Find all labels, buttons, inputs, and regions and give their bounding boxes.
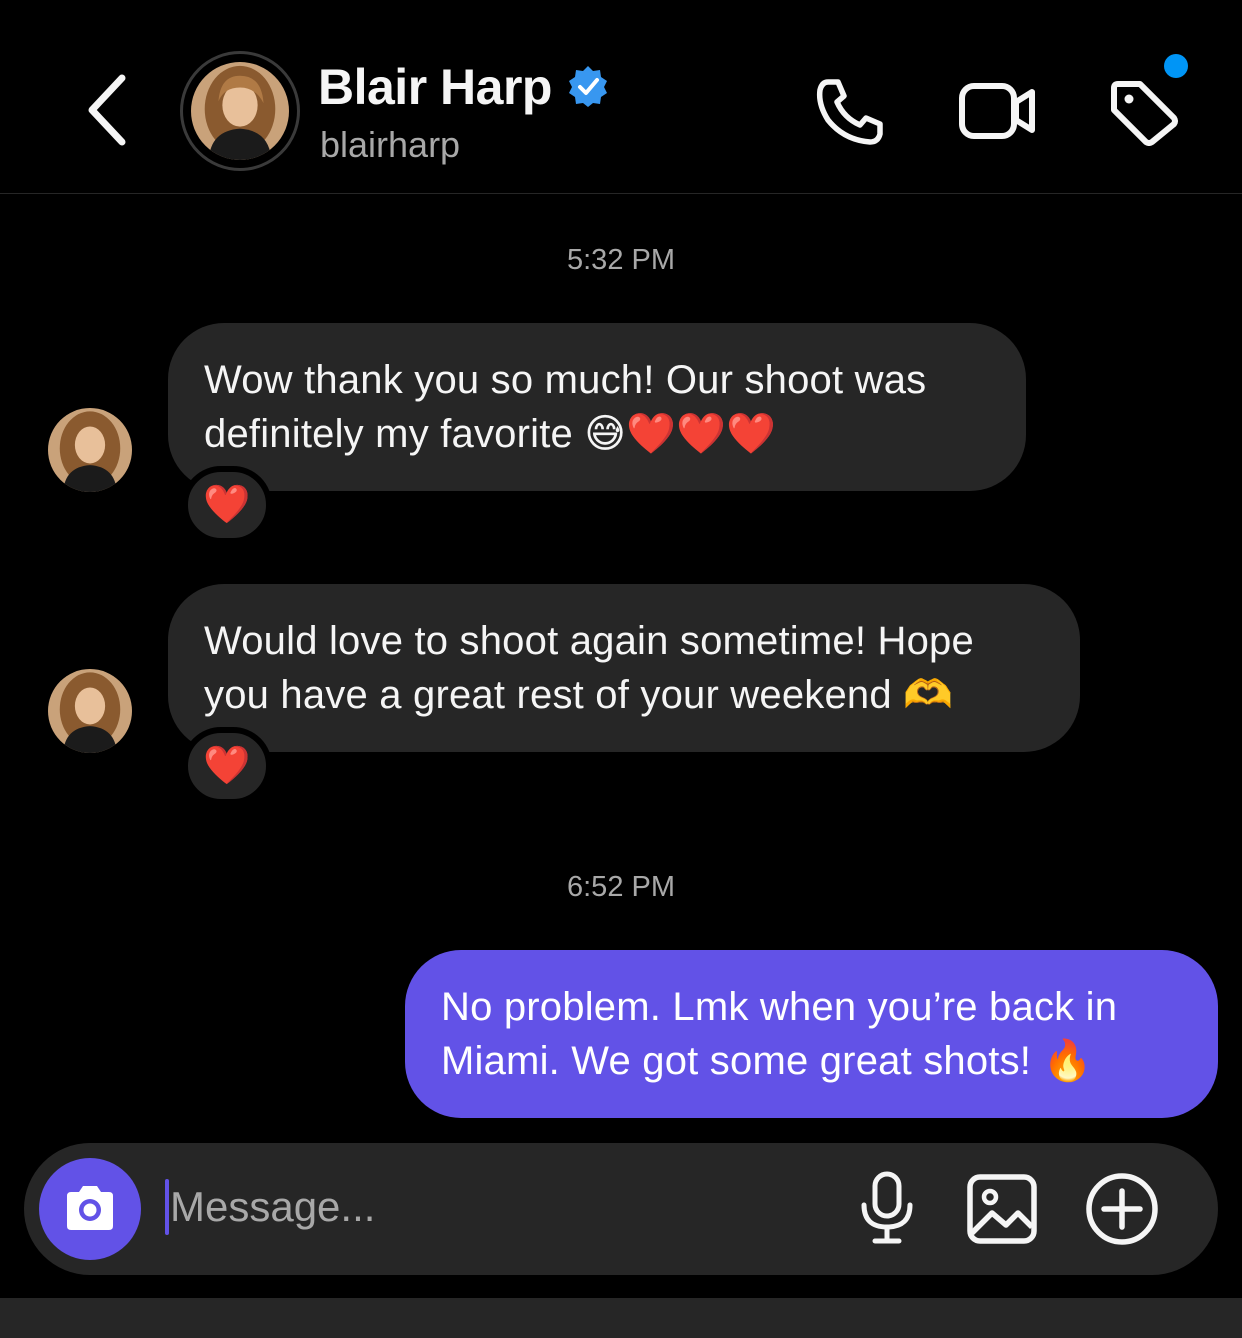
verified-badge-icon: [569, 66, 607, 107]
tag-icon[interactable]: [1108, 78, 1180, 146]
message-text: No problem. Lmk when you’re back in: [441, 985, 1118, 1029]
contact-handle: blairharp: [320, 124, 461, 165]
microphone-icon[interactable]: [858, 1171, 916, 1245]
message-text: Wow thank you so much! Our shoot was: [204, 358, 927, 402]
thread-header: Blair Harp blairharp: [0, 0, 1242, 194]
sender-avatar[interactable]: [48, 408, 132, 492]
message-text: Would love to shoot again sometime! Hope: [204, 619, 974, 663]
timestamp: 5:32 PM: [567, 244, 675, 276]
gallery-icon[interactable]: [966, 1173, 1038, 1245]
message-composer: [24, 1143, 1218, 1275]
dm-thread-screen: Blair Harp blairharp 5:32 PM Wow thank y…: [0, 0, 1242, 1338]
message-bubble-outgoing[interactable]: No problem. Lmk when you’re back in Miam…: [405, 950, 1218, 1118]
heart-reaction[interactable]: ❤️: [182, 727, 272, 805]
contact-avatar[interactable]: [180, 51, 300, 171]
sender-avatar[interactable]: [48, 669, 132, 753]
contact-name[interactable]: Blair Harp: [318, 58, 552, 116]
message-bubble-incoming[interactable]: Wow thank you so much! Our shoot was def…: [168, 323, 1026, 491]
camera-icon: [67, 1186, 113, 1230]
message-text: definitely my favorite 😅❤️❤️❤️: [204, 412, 777, 456]
message-input[interactable]: [170, 1177, 810, 1237]
heart-reaction[interactable]: ❤️: [182, 466, 272, 544]
notification-dot: [1164, 54, 1188, 78]
message-bubble-incoming[interactable]: Would love to shoot again sometime! Hope…: [168, 584, 1080, 752]
timestamp: 6:52 PM: [567, 871, 675, 903]
message-text: you have a great rest of your weekend 🫶: [204, 673, 954, 717]
camera-button[interactable]: [39, 1158, 141, 1260]
video-camera-icon[interactable]: [958, 80, 1036, 142]
back-arrow-icon[interactable]: [82, 72, 134, 148]
text-cursor: [165, 1179, 169, 1235]
bottom-bar: [0, 1298, 1242, 1338]
plus-circle-icon[interactable]: [1084, 1171, 1160, 1247]
phone-icon[interactable]: [814, 76, 886, 148]
avatar-photo: [191, 62, 289, 160]
message-text: Miami. We got some great shots! 🔥: [441, 1039, 1093, 1083]
